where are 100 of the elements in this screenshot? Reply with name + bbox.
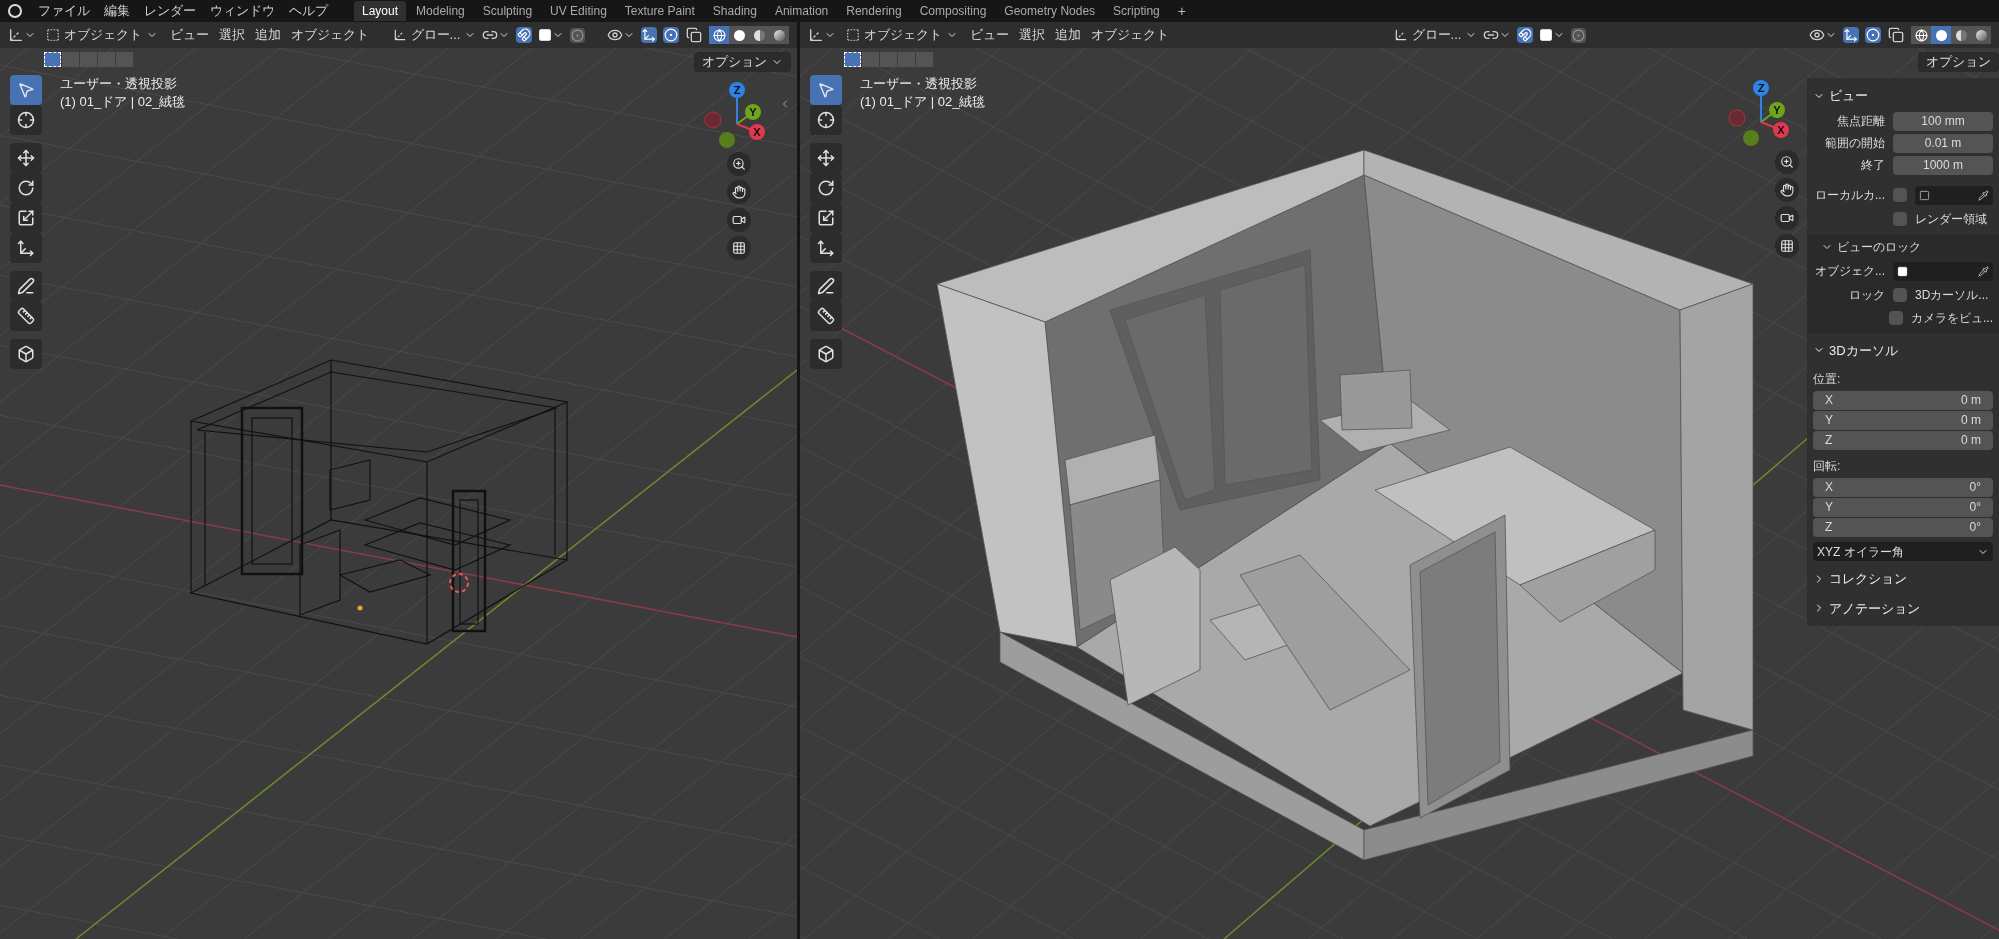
menu-item[interactable]: 追加 (253, 25, 283, 45)
menu-item[interactable]: ウィンドウ (204, 1, 281, 21)
checkbox[interactable] (1893, 287, 1907, 302)
menu-item[interactable]: 選択 (217, 25, 247, 45)
workspace-tab[interactable]: Compositing (911, 1, 995, 21)
workspace-tab[interactable]: Layout (354, 1, 407, 21)
visibility-button[interactable] (1809, 27, 1837, 43)
axis-dot-icon[interactable] (749, 124, 765, 140)
editor-type-button[interactable] (808, 27, 836, 43)
rotation-mode-dropdown[interactable]: XYZ オイラー角 (1813, 542, 1993, 561)
shading-button[interactable] (1911, 26, 1931, 44)
orientation-dropdown[interactable]: グロー... (1393, 25, 1478, 45)
overlays-toggle[interactable] (663, 27, 679, 43)
menu-item[interactable]: 追加 (1053, 25, 1083, 45)
menu-item[interactable]: ヘルプ (283, 1, 334, 21)
panel-header[interactable]: ビュー (1813, 84, 1993, 108)
tool-button[interactable] (810, 301, 842, 331)
visibility-button[interactable] (607, 27, 635, 43)
axis-dot-icon[interactable] (1773, 122, 1789, 138)
negative-axis-dot-icon[interactable] (704, 111, 722, 129)
panel-header[interactable]: コレクション (1813, 567, 1993, 591)
menu-item[interactable]: オブジェクト (289, 25, 371, 45)
eyedropper-icon[interactable] (1978, 189, 1989, 201)
camera-button[interactable] (727, 208, 751, 232)
menu-item[interactable]: 選択 (1017, 25, 1047, 45)
vector-field[interactable]: Z 0° (1813, 518, 1993, 537)
camera-button[interactable] (1775, 206, 1799, 230)
grid-button[interactable] (1775, 234, 1799, 258)
snap-target-button[interactable] (538, 28, 565, 42)
shading-button[interactable] (729, 26, 749, 44)
panel-header[interactable]: 3Dカーソル (1813, 338, 1993, 362)
checkbox[interactable] (1889, 310, 1903, 325)
tool-button[interactable] (10, 143, 42, 173)
xray-toggle[interactable] (1887, 26, 1905, 44)
workspace-tab[interactable]: Texture Paint (616, 1, 703, 21)
shading-button[interactable] (1931, 26, 1951, 44)
subpanel-header[interactable]: ビューのロック (1813, 234, 1993, 259)
hand-button[interactable] (1775, 178, 1799, 202)
workspace-tab[interactable]: Modeling (408, 1, 473, 21)
zoom-button[interactable] (1775, 150, 1799, 174)
shading-button[interactable] (1971, 26, 1991, 44)
gizmo-toggle[interactable] (1843, 27, 1859, 43)
workspace-tab[interactable]: Scripting (1105, 1, 1168, 21)
vector-field[interactable]: Y 0° (1813, 498, 1993, 517)
workspace-tab[interactable]: Geometry Nodes (996, 1, 1104, 21)
proportional-edit-button[interactable] (570, 27, 586, 43)
negative-axis-dot-icon[interactable] (719, 132, 735, 148)
mode-dropdown[interactable]: オブジェクト (42, 25, 162, 45)
app-logo-icon[interactable] (8, 4, 22, 18)
vector-field[interactable]: X 0 m (1813, 391, 1993, 410)
object-picker-field[interactable] (1915, 185, 1993, 205)
checkbox[interactable] (1893, 188, 1907, 202)
axis-dot-icon[interactable] (745, 104, 761, 120)
shading-button[interactable] (709, 26, 729, 44)
workspace-tab[interactable]: UV Editing (542, 1, 615, 21)
axis-dot-icon[interactable] (1753, 80, 1769, 96)
vector-field[interactable]: Y 0 m (1813, 411, 1993, 430)
options-dropdown[interactable]: オプション (1918, 52, 1999, 72)
negative-axis-dot-icon[interactable] (1728, 109, 1746, 127)
checkbox[interactable] (1893, 211, 1907, 226)
panel-header[interactable]: アノテーション (1813, 596, 1993, 620)
menu-item[interactable]: オブジェクト (1089, 25, 1171, 45)
tool-button[interactable] (810, 339, 842, 369)
gizmo-toggle[interactable] (641, 27, 657, 43)
workspace-tab[interactable]: Sculpting (474, 1, 541, 21)
xray-toggle[interactable] (685, 26, 703, 44)
number-field[interactable]: 100 mm (1893, 111, 1993, 131)
axis-dot-icon[interactable] (1769, 102, 1785, 118)
tool-button[interactable] (10, 301, 42, 331)
menu-item[interactable]: ファイル (32, 1, 96, 21)
number-field[interactable]: 0.01 m (1893, 133, 1993, 153)
eyedropper-icon[interactable] (1978, 265, 1989, 277)
menu-item[interactable]: レンダー (138, 1, 202, 21)
tool-button[interactable] (810, 143, 842, 173)
mode-dropdown[interactable]: オブジェクト (842, 25, 962, 45)
vector-field[interactable]: X 0° (1813, 478, 1993, 497)
select-mode-button[interactable] (44, 52, 61, 67)
snap-toggle[interactable] (516, 27, 533, 43)
tool-button[interactable] (810, 105, 842, 135)
orientation-dropdown[interactable]: グロー... (392, 25, 477, 45)
tool-button[interactable] (810, 271, 842, 301)
overlays-toggle[interactable] (1865, 27, 1881, 43)
grid-button[interactable] (727, 236, 751, 260)
tool-button[interactable] (810, 233, 842, 263)
shading-button[interactable] (1951, 26, 1971, 44)
workspace-tab[interactable]: Shading (704, 1, 765, 21)
hand-button[interactable] (727, 180, 751, 204)
snap-toggle[interactable] (1517, 27, 1534, 43)
menu-item[interactable]: ビュー (168, 25, 211, 45)
editor-type-button[interactable] (8, 27, 36, 43)
zoom-button[interactable] (727, 152, 751, 176)
tool-button[interactable] (10, 233, 42, 263)
workspace-tab[interactable]: Animation (766, 1, 837, 21)
select-mode-button[interactable] (844, 52, 861, 67)
axis-dot-icon[interactable] (729, 82, 745, 98)
shading-button[interactable] (769, 26, 789, 44)
add-workspace-button[interactable]: + (1169, 0, 1194, 22)
object-picker-field[interactable] (1893, 261, 1993, 281)
tool-button[interactable] (10, 271, 42, 301)
menu-item[interactable]: ビュー (968, 25, 1011, 45)
